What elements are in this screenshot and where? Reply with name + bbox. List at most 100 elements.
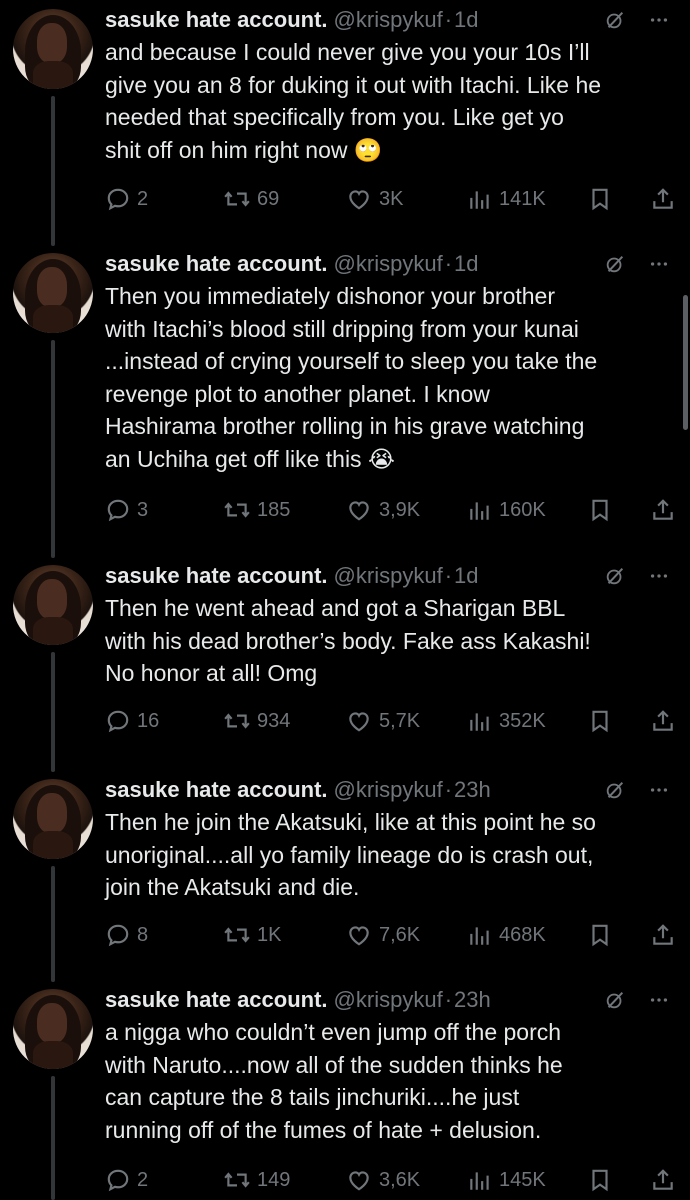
views-icon xyxy=(467,497,493,523)
timestamp[interactable]: 1d xyxy=(454,7,478,32)
tweet-actions: 16 934 5,7K 352K xyxy=(105,703,675,739)
grok-icon[interactable] xyxy=(604,779,626,801)
share-icon xyxy=(650,922,676,948)
bookmark-button[interactable] xyxy=(587,1162,613,1198)
views-icon xyxy=(467,1167,493,1193)
views-button[interactable]: 145K xyxy=(467,1162,546,1198)
like-button[interactable]: 3,9K xyxy=(345,492,420,528)
timestamp[interactable]: 23h xyxy=(454,987,491,1012)
repost-count: 934 xyxy=(257,709,291,732)
share-icon xyxy=(650,708,676,734)
grok-icon[interactable] xyxy=(604,253,626,275)
more-icon[interactable] xyxy=(648,565,670,587)
tweet-text: Then he join the Akatsuki, like at this … xyxy=(105,809,596,900)
tweet-header: sasuke hate account. @krispykuf·1d xyxy=(105,4,670,36)
like-button[interactable]: 3K xyxy=(345,181,403,217)
reply-button[interactable]: 2 xyxy=(105,181,148,217)
bookmark-button[interactable] xyxy=(587,181,613,217)
reply-button[interactable]: 2 xyxy=(105,1162,148,1198)
user-handle[interactable]: @krispykuf xyxy=(334,563,443,588)
scrollbar[interactable] xyxy=(683,295,688,430)
user-handle[interactable]: @krispykuf xyxy=(334,7,443,32)
heart-icon xyxy=(345,497,373,523)
repost-button[interactable]: 1K xyxy=(223,917,281,953)
user-handle[interactable]: @krispykuf xyxy=(334,251,443,276)
more-icon[interactable] xyxy=(648,253,670,275)
repost-icon xyxy=(223,497,251,523)
reply-icon xyxy=(105,497,131,523)
tweet-actions: 2 149 3,6K 145K xyxy=(105,1162,675,1198)
views-count: 141K xyxy=(499,187,546,210)
views-button[interactable]: 160K xyxy=(467,492,546,528)
share-icon xyxy=(650,186,676,212)
share-button[interactable] xyxy=(650,181,676,217)
reply-button[interactable]: 8 xyxy=(105,917,148,953)
user-handle[interactable]: @krispykuf xyxy=(334,987,443,1012)
share-button[interactable] xyxy=(650,492,676,528)
repost-count: 185 xyxy=(257,498,291,521)
display-name[interactable]: sasuke hate account. xyxy=(105,7,328,32)
repost-icon xyxy=(223,922,251,948)
avatar[interactable] xyxy=(13,989,93,1069)
views-icon xyxy=(467,186,493,212)
reply-count: 3 xyxy=(137,498,149,521)
repost-icon xyxy=(223,708,251,734)
like-button[interactable]: 5,7K xyxy=(345,703,420,739)
avatar[interactable] xyxy=(13,779,93,859)
like-button[interactable]: 3,6K xyxy=(345,1162,420,1198)
separator-dot: · xyxy=(444,251,453,276)
repost-button[interactable]: 934 xyxy=(223,703,290,739)
reply-count: 2 xyxy=(137,1168,149,1191)
repost-count: 149 xyxy=(257,1168,291,1191)
repost-count: 1K xyxy=(257,923,282,946)
tweet-text: a nigga who couldn’t even jump off the p… xyxy=(105,1019,563,1143)
share-button[interactable] xyxy=(650,1162,676,1198)
timestamp[interactable]: 1d xyxy=(454,563,478,588)
bookmark-button[interactable] xyxy=(587,917,613,953)
like-count: 3,9K xyxy=(379,498,421,521)
more-icon[interactable] xyxy=(648,9,670,31)
like-button[interactable]: 7,6K xyxy=(345,917,420,953)
repost-icon xyxy=(223,186,251,212)
views-button[interactable]: 468K xyxy=(467,917,546,953)
repost-button[interactable]: 149 xyxy=(223,1162,290,1198)
display-name[interactable]: sasuke hate account. xyxy=(105,987,328,1012)
more-icon[interactable] xyxy=(648,779,670,801)
user-handle[interactable]: @krispykuf xyxy=(334,777,443,802)
display-name[interactable]: sasuke hate account. xyxy=(105,777,328,802)
bookmark-icon xyxy=(587,922,613,948)
tweet-header: sasuke hate account. @krispykuf·23h xyxy=(105,774,670,806)
reply-button[interactable]: 3 xyxy=(105,492,148,528)
grok-icon[interactable] xyxy=(604,989,626,1011)
reply-icon xyxy=(105,922,131,948)
share-button[interactable] xyxy=(650,703,676,739)
views-button[interactable]: 352K xyxy=(467,703,546,739)
grok-icon[interactable] xyxy=(604,9,626,31)
tweet-header: sasuke hate account. @krispykuf·1d xyxy=(105,248,670,280)
bookmark-button[interactable] xyxy=(587,703,613,739)
timestamp[interactable]: 1d xyxy=(454,251,478,276)
heart-icon xyxy=(345,922,373,948)
timestamp[interactable]: 23h xyxy=(454,777,491,802)
display-name[interactable]: sasuke hate account. xyxy=(105,251,328,276)
views-count: 160K xyxy=(499,498,546,521)
thread-connector xyxy=(51,652,55,772)
avatar[interactable] xyxy=(13,253,93,333)
repost-button[interactable]: 69 xyxy=(223,181,279,217)
more-icon[interactable] xyxy=(648,989,670,1011)
avatar[interactable] xyxy=(13,565,93,645)
display-name[interactable]: sasuke hate account. xyxy=(105,563,328,588)
like-count: 3,6K xyxy=(379,1168,421,1191)
avatar[interactable] xyxy=(13,9,93,89)
bookmark-button[interactable] xyxy=(587,492,613,528)
bookmark-icon xyxy=(587,186,613,212)
tweet-text: Then he went ahead and got a Sharigan BB… xyxy=(105,595,591,686)
grok-icon[interactable] xyxy=(604,565,626,587)
reply-button[interactable]: 16 xyxy=(105,703,159,739)
share-button[interactable] xyxy=(650,917,676,953)
separator-dot: · xyxy=(444,987,453,1012)
repost-button[interactable]: 185 xyxy=(223,492,290,528)
views-icon xyxy=(467,708,493,734)
views-button[interactable]: 141K xyxy=(467,181,546,217)
tweet-header: sasuke hate account. @krispykuf·1d xyxy=(105,560,670,592)
